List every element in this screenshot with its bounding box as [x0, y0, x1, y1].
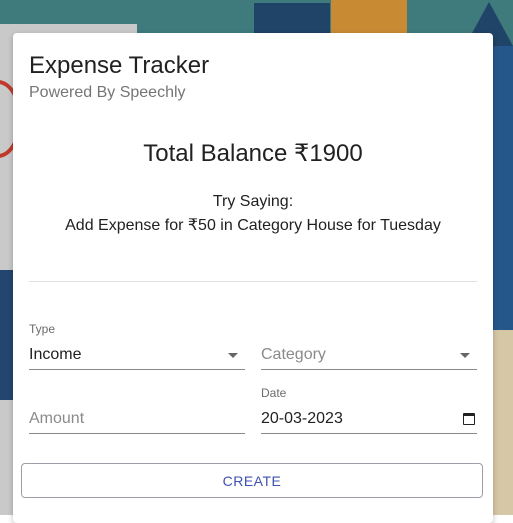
card-subtitle: Powered By Speechly [29, 84, 186, 101]
type-value: Income [29, 346, 82, 363]
hint-heading: Try Saying: [212, 193, 294, 210]
type-select-control[interactable]: Income [29, 341, 245, 370]
create-button[interactable]: CREATE [21, 463, 483, 498]
hint-example: Add Expense for ₹50 in Category House fo… [65, 217, 441, 234]
amount-input-control[interactable]: Amount [29, 405, 245, 434]
chevron-down-icon [228, 352, 238, 358]
chevron-down-icon [460, 352, 470, 358]
total-balance: Total Balance ₹1900 [143, 140, 363, 167]
category-select-control[interactable]: Category [261, 341, 477, 370]
category-placeholder: Category [261, 346, 326, 363]
date-input-control[interactable]: 20-03-2023 [261, 405, 477, 434]
bg-navy-block [0, 270, 14, 400]
amount-placeholder: Amount [29, 410, 85, 427]
date-input[interactable]: Date 20-03-2023 [261, 386, 477, 436]
expense-tracker-card: Expense Tracker Powered By Speechly Tota… [13, 33, 493, 523]
voice-hint: Try Saying: Add Expense for ₹50 in Categ… [53, 190, 453, 238]
divider [29, 281, 477, 282]
calendar-icon[interactable] [463, 413, 475, 425]
bg-tan-strip [492, 330, 513, 515]
amount-input[interactable]: Amount [29, 386, 245, 436]
category-select[interactable]: Category [261, 322, 477, 372]
date-label: Date [261, 386, 287, 400]
date-value: 20-03-2023 [261, 410, 343, 427]
type-label: Type [29, 322, 56, 336]
type-select[interactable]: Type Income [29, 322, 245, 372]
card-title: Expense Tracker [29, 52, 210, 79]
